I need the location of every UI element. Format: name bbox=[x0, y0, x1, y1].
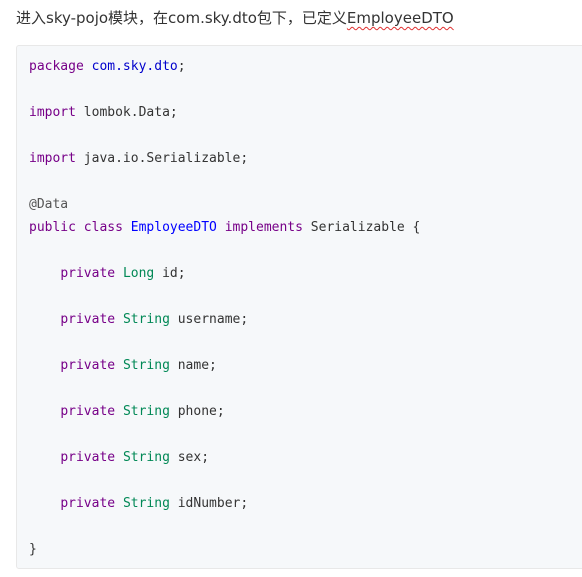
keyword-import: import bbox=[29, 151, 76, 166]
field-type: Long bbox=[122, 266, 155, 281]
field-type: String bbox=[122, 450, 170, 465]
field-name: phone; bbox=[177, 404, 225, 419]
intro-prefix: 进入sky-pojo模块，在com.sky.dto包下，已定义 bbox=[16, 9, 347, 27]
keyword-import: import bbox=[29, 105, 76, 120]
field-type: String bbox=[122, 358, 170, 373]
code-line-field: private String sex; bbox=[29, 446, 420, 469]
code-line-field: private String phone; bbox=[29, 400, 420, 423]
code-line-import-serializable: import java.io.Serializable; bbox=[29, 147, 420, 170]
code-line-close: } bbox=[29, 538, 420, 561]
annotation-data: @Data bbox=[29, 197, 69, 212]
field-modifier: private bbox=[60, 496, 116, 511]
field-name: sex; bbox=[177, 450, 210, 465]
field-name: idNumber; bbox=[177, 496, 249, 511]
field-name: username; bbox=[177, 312, 249, 327]
code-line-field: private String name; bbox=[29, 354, 420, 377]
field-name: name; bbox=[177, 358, 217, 373]
field-type: String bbox=[122, 404, 170, 419]
intro-class-name: EmployeeDTO bbox=[346, 9, 454, 27]
open-brace: { bbox=[412, 220, 421, 235]
interface-name: Serializable bbox=[310, 220, 405, 235]
code-line-annotation: @Data bbox=[29, 193, 420, 216]
import-lombok: lombok.Data; bbox=[83, 105, 178, 120]
code-line-class-decl: public class EmployeeDTO implements Seri… bbox=[29, 216, 420, 239]
code-block: package com.sky.dto; import lombok.Data; i… bbox=[16, 45, 582, 569]
import-serializable: java.io.Serializable; bbox=[83, 151, 249, 166]
close-brace: } bbox=[29, 542, 37, 557]
field-type: String bbox=[122, 496, 170, 511]
field-modifier: private bbox=[60, 450, 116, 465]
keyword-class: class bbox=[83, 220, 123, 235]
field-modifier: private bbox=[60, 404, 116, 419]
field-modifier: private bbox=[60, 312, 116, 327]
field-modifier: private bbox=[60, 266, 116, 281]
class-name: EmployeeDTO bbox=[130, 220, 217, 235]
code-line-field: private String username; bbox=[29, 308, 420, 331]
field-name: id; bbox=[162, 266, 186, 281]
code-content: package com.sky.dto; import lombok.Data; i… bbox=[29, 55, 420, 561]
code-line-import-lombok: import lombok.Data; bbox=[29, 101, 420, 124]
keyword-public: public bbox=[29, 220, 76, 235]
code-line-package: package com.sky.dto; bbox=[29, 55, 420, 78]
package-semicolon: ; bbox=[177, 59, 186, 74]
code-line-field: private String idNumber; bbox=[29, 492, 420, 515]
keyword-package: package bbox=[29, 59, 84, 74]
intro-text: 进入sky-pojo模块，在com.sky.dto包下，已定义EmployeeD… bbox=[16, 7, 454, 29]
code-line-field: private Long id; bbox=[29, 262, 420, 285]
field-modifier: private bbox=[60, 358, 116, 373]
package-name: com.sky.dto bbox=[91, 59, 178, 74]
field-type: String bbox=[122, 312, 170, 327]
keyword-implements: implements bbox=[224, 220, 303, 235]
